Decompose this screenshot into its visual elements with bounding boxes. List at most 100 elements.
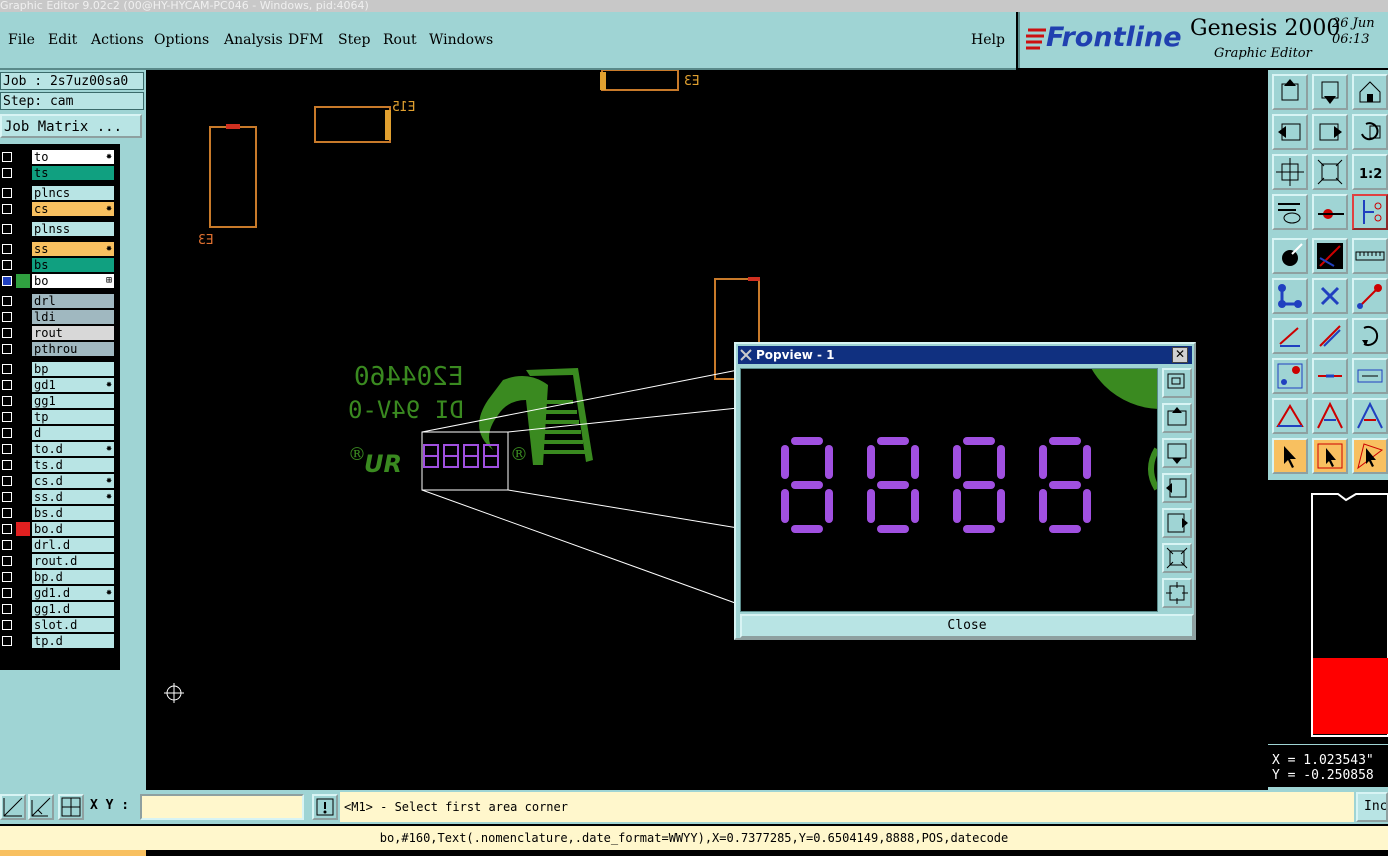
layer-row[interactable]: plnss (0, 222, 118, 236)
pan-left-icon[interactable] (1272, 114, 1308, 150)
layer-name[interactable]: plnss (32, 222, 114, 236)
layer-row[interactable]: plncs (0, 186, 118, 200)
layer-name[interactable]: bo ⊞ (32, 274, 114, 288)
layer-row[interactable]: d (0, 426, 118, 440)
layer-checkbox[interactable] (2, 412, 12, 422)
layer-name[interactable]: pthrou (32, 342, 114, 356)
layer-checkbox[interactable] (2, 244, 12, 254)
zoom-home-down-icon[interactable] (1312, 74, 1348, 110)
line-angle-icon[interactable] (1272, 318, 1308, 354)
delete-node-icon[interactable] (1312, 278, 1348, 314)
layer-checkbox[interactable] (2, 276, 12, 286)
layer-name[interactable]: bs (32, 258, 114, 272)
layer-name[interactable]: ts (32, 166, 114, 180)
layer-row[interactable]: gg1 (0, 394, 118, 408)
rotate-icon[interactable] (1352, 318, 1388, 354)
select-box-icon[interactable] (1312, 438, 1348, 474)
layer-name[interactable]: gd1.d ✸ (32, 586, 114, 600)
layer-row[interactable]: cs.d ✸ (0, 474, 118, 488)
pan-down-icon[interactable] (1162, 438, 1192, 468)
layer-row[interactable]: gd1 ✸ (0, 378, 118, 392)
layer-name[interactable]: drl.d (32, 538, 114, 552)
layer-row[interactable]: bo.d (0, 522, 118, 536)
scale-1-2-icon[interactable]: 1:2 (1352, 154, 1388, 190)
menu-edit[interactable]: Edit (48, 32, 77, 48)
zoom-fit-icon[interactable] (1162, 368, 1192, 398)
menu-windows[interactable]: Windows (429, 32, 493, 48)
layer-name[interactable]: ldi (32, 310, 114, 324)
layer-row[interactable]: bs (0, 258, 118, 272)
zoom-in-icon[interactable] (1272, 154, 1308, 190)
layer-name[interactable]: cs ✸ (32, 202, 114, 216)
pan-left-icon[interactable] (1162, 473, 1192, 503)
layer-checkbox[interactable] (2, 152, 12, 162)
snap-center-icon[interactable] (1272, 358, 1308, 394)
layer-row[interactable]: bp (0, 362, 118, 376)
layer-checkbox[interactable] (2, 168, 12, 178)
inc-button[interactable]: Inc (1356, 792, 1388, 822)
layer-name[interactable]: d (32, 426, 114, 440)
layer-checkbox[interactable] (2, 604, 12, 614)
layer-checkbox[interactable] (2, 508, 12, 518)
warning-icon[interactable] (312, 794, 338, 820)
layer-name[interactable]: tp (32, 410, 114, 424)
layer-checkbox[interactable] (2, 524, 12, 534)
home-icon[interactable] (1352, 74, 1388, 110)
pan-right-icon[interactable] (1312, 114, 1348, 150)
triangle-large-icon[interactable] (1352, 398, 1388, 434)
layer-name[interactable]: ss.d ✸ (32, 490, 114, 504)
layer-row[interactable]: ldi (0, 310, 118, 324)
popview-viewport[interactable] (740, 368, 1158, 612)
layer-row[interactable]: gd1.d ✸ (0, 586, 118, 600)
add-pad-icon[interactable] (1272, 238, 1308, 274)
layer-row[interactable]: bp.d (0, 570, 118, 584)
layer-checkbox[interactable] (2, 460, 12, 470)
zoom-in-icon[interactable] (1162, 543, 1192, 573)
layer-name[interactable]: bs.d (32, 506, 114, 520)
layer-checkbox[interactable] (2, 396, 12, 406)
xy-input[interactable] (140, 794, 304, 820)
layer-checkbox[interactable] (2, 188, 12, 198)
layer-name[interactable]: rout.d (32, 554, 114, 568)
layer-checkbox[interactable] (2, 476, 12, 486)
layer-name[interactable]: gd1 ✸ (32, 378, 114, 392)
layer-checkbox[interactable] (2, 260, 12, 270)
add-line-icon[interactable] (1312, 238, 1348, 274)
add-node-icon[interactable] (1352, 278, 1388, 314)
dimension-icon[interactable] (1352, 358, 1388, 394)
layer-row[interactable]: ss ✸ (0, 242, 118, 256)
layer-row[interactable]: drl (0, 294, 118, 308)
layer-checkbox[interactable] (2, 364, 12, 374)
line-diagonal-icon[interactable] (1312, 318, 1348, 354)
snap-pad-icon[interactable] (1312, 194, 1348, 230)
menu-actions[interactable]: Actions (91, 32, 144, 48)
layer-name[interactable]: bp.d (32, 570, 114, 584)
layer-checkbox[interactable] (2, 380, 12, 390)
layer-name[interactable]: tp.d (32, 634, 114, 648)
snap-grid-icon[interactable] (0, 794, 26, 820)
layer-checkbox[interactable] (2, 224, 12, 234)
zoom-home-up-icon[interactable] (1272, 74, 1308, 110)
layer-row[interactable]: ts.d (0, 458, 118, 472)
menu-rout[interactable]: Rout (383, 32, 417, 48)
menu-analysis[interactable]: Analysis (224, 32, 283, 48)
layer-checkbox[interactable] (2, 572, 12, 582)
node-edit-icon[interactable] (1272, 278, 1308, 314)
layer-name[interactable]: bo.d (32, 522, 114, 536)
layer-name[interactable]: ts.d (32, 458, 114, 472)
zoom-out-icon[interactable] (1162, 578, 1192, 608)
layer-checkbox[interactable] (2, 540, 12, 550)
layer-checkbox[interactable] (2, 492, 12, 502)
layer-checkbox[interactable] (2, 428, 12, 438)
popview-title-bar[interactable]: Popview - 1 ✕ (738, 346, 1192, 364)
zoom-out-icon[interactable] (1312, 154, 1348, 190)
layer-row[interactable]: bs.d (0, 506, 118, 520)
layer-name[interactable]: gg1.d (32, 602, 114, 616)
layer-checkbox[interactable] (2, 556, 12, 566)
select-area-icon[interactable] (1352, 438, 1388, 474)
layer-checkbox[interactable] (2, 636, 12, 646)
layer-row[interactable]: ts (0, 166, 118, 180)
measure-tool-icon[interactable] (1272, 194, 1308, 230)
layer-row[interactable]: ss.d ✸ (0, 490, 118, 504)
snap-angle-icon[interactable] (28, 794, 54, 820)
